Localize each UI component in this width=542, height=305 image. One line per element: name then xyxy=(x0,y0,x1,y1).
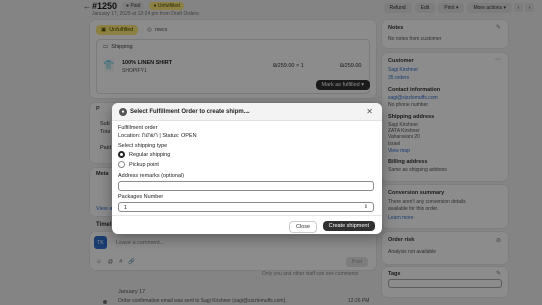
modal-title: Select Fulfillment Order to create shipm… xyxy=(130,109,249,115)
fulfillment-order-heading: Fulfillment order xyxy=(118,125,158,131)
regular-shipping-radio[interactable] xyxy=(118,151,125,158)
select-arrows-icon: ⇕ xyxy=(363,204,368,210)
pickup-point-radio[interactable] xyxy=(118,161,125,168)
chevron-down-icon[interactable]: ⌄ xyxy=(246,108,251,115)
app-logo-icon: ● xyxy=(119,108,127,116)
close-button[interactable]: Close xyxy=(288,221,317,233)
pickup-point-label[interactable]: Pickup point xyxy=(129,162,159,168)
modal-footer: Close Create shipment xyxy=(112,215,382,234)
address-remarks-input[interactable] xyxy=(118,181,374,191)
packages-number-value: 1 xyxy=(124,205,128,211)
create-shipment-button[interactable]: Create shipment xyxy=(322,221,375,231)
close-icon[interactable]: ✕ xyxy=(366,107,373,116)
shipping-type-label: Select shipping type xyxy=(118,143,168,149)
regular-shipping-label[interactable]: Regular shipping xyxy=(129,152,170,158)
address-remarks-label: Address remarks (optional) xyxy=(118,173,185,179)
packages-number-select[interactable]: 1 ⇕ xyxy=(118,202,374,212)
fulfillment-order-info: Location: רשתות | Status: OPEN xyxy=(118,133,197,139)
fulfillment-modal: ● Select Fulfillment Order to create shi… xyxy=(112,103,382,234)
modal-header: ● Select Fulfillment Order to create shi… xyxy=(112,103,382,121)
packages-number-label: Packages Number xyxy=(118,194,164,200)
